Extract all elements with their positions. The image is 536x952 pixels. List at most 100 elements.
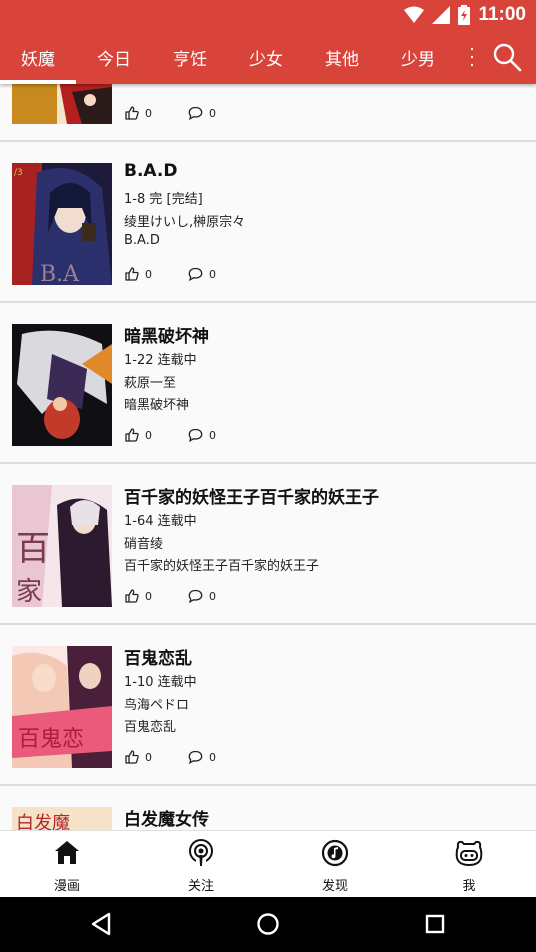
comic-cover: 百鬼恋	[12, 646, 112, 768]
comic-subtitle: 暗黑破坏神	[124, 398, 190, 413]
tab-label: 妖魔	[21, 49, 55, 70]
comic-title: B.A.D	[124, 161, 178, 181]
music-disc-icon	[321, 839, 349, 867]
comment-count: 0	[209, 750, 216, 764]
status-bar: 11:00	[0, 0, 536, 30]
nav-label: 关注	[187, 879, 214, 894]
svg-text:家: 家	[16, 577, 42, 607]
comic-subtitle: B.A.D	[124, 233, 160, 248]
active-tab-indicator	[0, 80, 76, 84]
thumbs-up-icon	[125, 589, 139, 603]
like-count: 0	[145, 589, 152, 603]
tab-label: 今日	[97, 49, 131, 70]
comment-icon	[188, 750, 203, 764]
tab-shaonan[interactable]: 少男	[380, 30, 456, 84]
svg-text:白发魔: 白发魔	[16, 813, 70, 830]
thumbs-up-icon	[125, 750, 139, 764]
comic-author: 硝音绫	[124, 537, 164, 552]
system-navigation-bar	[0, 897, 536, 952]
tab-jinri[interactable]: 今日	[76, 30, 152, 84]
comment-count: 0	[209, 106, 216, 120]
search-icon[interactable]	[490, 40, 524, 74]
comment-icon	[188, 589, 203, 603]
comic-chapters: 1-64 连载中	[124, 514, 197, 529]
tab-label: 亨饪	[173, 49, 207, 70]
comment-icon	[188, 428, 203, 442]
comic-title: 百鬼恋乱	[124, 649, 192, 669]
like-count: 0	[145, 428, 152, 442]
svg-text:百鬼恋: 百鬼恋	[18, 727, 84, 752]
tab-yaomo[interactable]: 妖魔	[0, 30, 76, 84]
comment-stat[interactable]: 0	[188, 428, 216, 442]
comment-count: 0	[209, 428, 216, 442]
comic-author: 绫里けいし,榊原宗々	[124, 215, 246, 230]
like-count: 0	[145, 106, 152, 120]
tab-label: 少女	[249, 49, 283, 70]
like-stat[interactable]: 0	[125, 106, 152, 120]
thumbs-up-icon	[125, 428, 139, 442]
comic-author: 萩原一至	[124, 376, 177, 391]
comic-list-item[interactable]: 百鬼恋 百鬼恋乱 1-10 连载中 鸟海ペドロ 百鬼恋乱 0 0	[0, 626, 536, 786]
comic-title: 白发魔女传	[124, 810, 209, 830]
wifi-icon	[404, 6, 425, 23]
podcast-icon	[189, 839, 213, 866]
comment-stat[interactable]: 0	[188, 106, 216, 120]
home-button-icon[interactable]	[253, 909, 283, 939]
comic-title: 百千家的妖怪王子百千家的妖王子	[124, 488, 379, 508]
bottom-navigation: 漫画 关注 发现 我	[0, 830, 536, 897]
comment-icon	[188, 106, 203, 120]
comic-cover	[12, 324, 112, 446]
comic-author: 鸟海ペドロ	[124, 698, 190, 713]
tab-pengren[interactable]: 亨饪	[152, 30, 228, 84]
comic-subtitle: 百鬼恋乱	[124, 720, 177, 735]
svg-text:百: 百	[16, 529, 50, 569]
comic-list-item[interactable]: 白发魔 白发魔女传	[0, 787, 536, 830]
comment-count: 0	[209, 267, 216, 281]
recents-icon[interactable]	[420, 909, 450, 939]
like-stat[interactable]: 0	[125, 428, 152, 442]
nav-label: 我	[462, 879, 476, 894]
nav-comics[interactable]: 漫画	[0, 831, 134, 898]
app-screen: 11:00 妖魔 今日 亨饪 少女 其他 少男 0 0 B.A /3 B.A.D…	[0, 0, 536, 952]
comic-subtitle: 百千家的妖怪王子百千家的妖王子	[124, 559, 320, 574]
comic-list-item[interactable]: B.A /3 B.A.D 1-8 完 [完结] 绫里けいし,榊原宗々 B.A.D…	[0, 143, 536, 303]
like-stat[interactable]: 0	[125, 589, 152, 603]
nav-label: 漫画	[53, 879, 80, 894]
comic-list-item[interactable]: 暗黑破坏神 1-22 连载中 萩原一至 暗黑破坏神 0 0	[0, 304, 536, 464]
comic-cover: 百 家	[12, 485, 112, 607]
tab-qita[interactable]: 其他	[304, 30, 380, 84]
mascot-face-icon	[455, 840, 483, 867]
tab-overflow-indicator	[471, 48, 476, 66]
comic-list-item-partial[interactable]: 0 0	[0, 84, 536, 142]
comic-list-item[interactable]: 百 家 百千家的妖怪王子百千家的妖王子 1-64 连载中 硝音绫 百千家的妖怪王…	[0, 465, 536, 625]
comic-chapters: 1-8 完 [完结]	[124, 192, 203, 207]
home-icon	[55, 841, 79, 864]
comment-count: 0	[209, 589, 216, 603]
thumbs-up-icon	[125, 106, 139, 120]
nav-discover[interactable]: 发现	[268, 831, 402, 898]
signal-icon	[432, 6, 451, 24]
svg-text:B.A: B.A	[40, 262, 80, 285]
comic-chapters: 1-22 连载中	[124, 353, 197, 368]
status-time: 11:00	[478, 4, 526, 25]
comment-stat[interactable]: 0	[188, 589, 216, 603]
nav-following[interactable]: 关注	[134, 831, 268, 898]
comic-title: 暗黑破坏神	[124, 327, 209, 347]
category-tab-bar: 妖魔 今日 亨饪 少女 其他 少男	[0, 30, 536, 84]
like-count: 0	[145, 267, 152, 281]
comic-list[interactable]: 0 0 B.A /3 B.A.D 1-8 完 [完结] 绫里けいし,榊原宗々 B…	[0, 84, 536, 830]
like-stat[interactable]: 0	[125, 267, 152, 281]
svg-text:/3: /3	[14, 168, 23, 178]
comic-chapters: 1-10 连载中	[124, 675, 197, 690]
like-stat[interactable]: 0	[125, 750, 152, 764]
tab-label: 少男	[401, 49, 435, 70]
back-icon[interactable]	[87, 909, 117, 939]
comic-cover: B.A /3	[12, 163, 112, 285]
nav-me[interactable]: 我	[402, 831, 536, 898]
comment-stat[interactable]: 0	[188, 267, 216, 281]
status-icons: 11:00	[404, 3, 526, 27]
like-count: 0	[145, 750, 152, 764]
thumbs-up-icon	[125, 267, 139, 281]
comment-stat[interactable]: 0	[188, 750, 216, 764]
tab-shaonv[interactable]: 少女	[228, 30, 304, 84]
